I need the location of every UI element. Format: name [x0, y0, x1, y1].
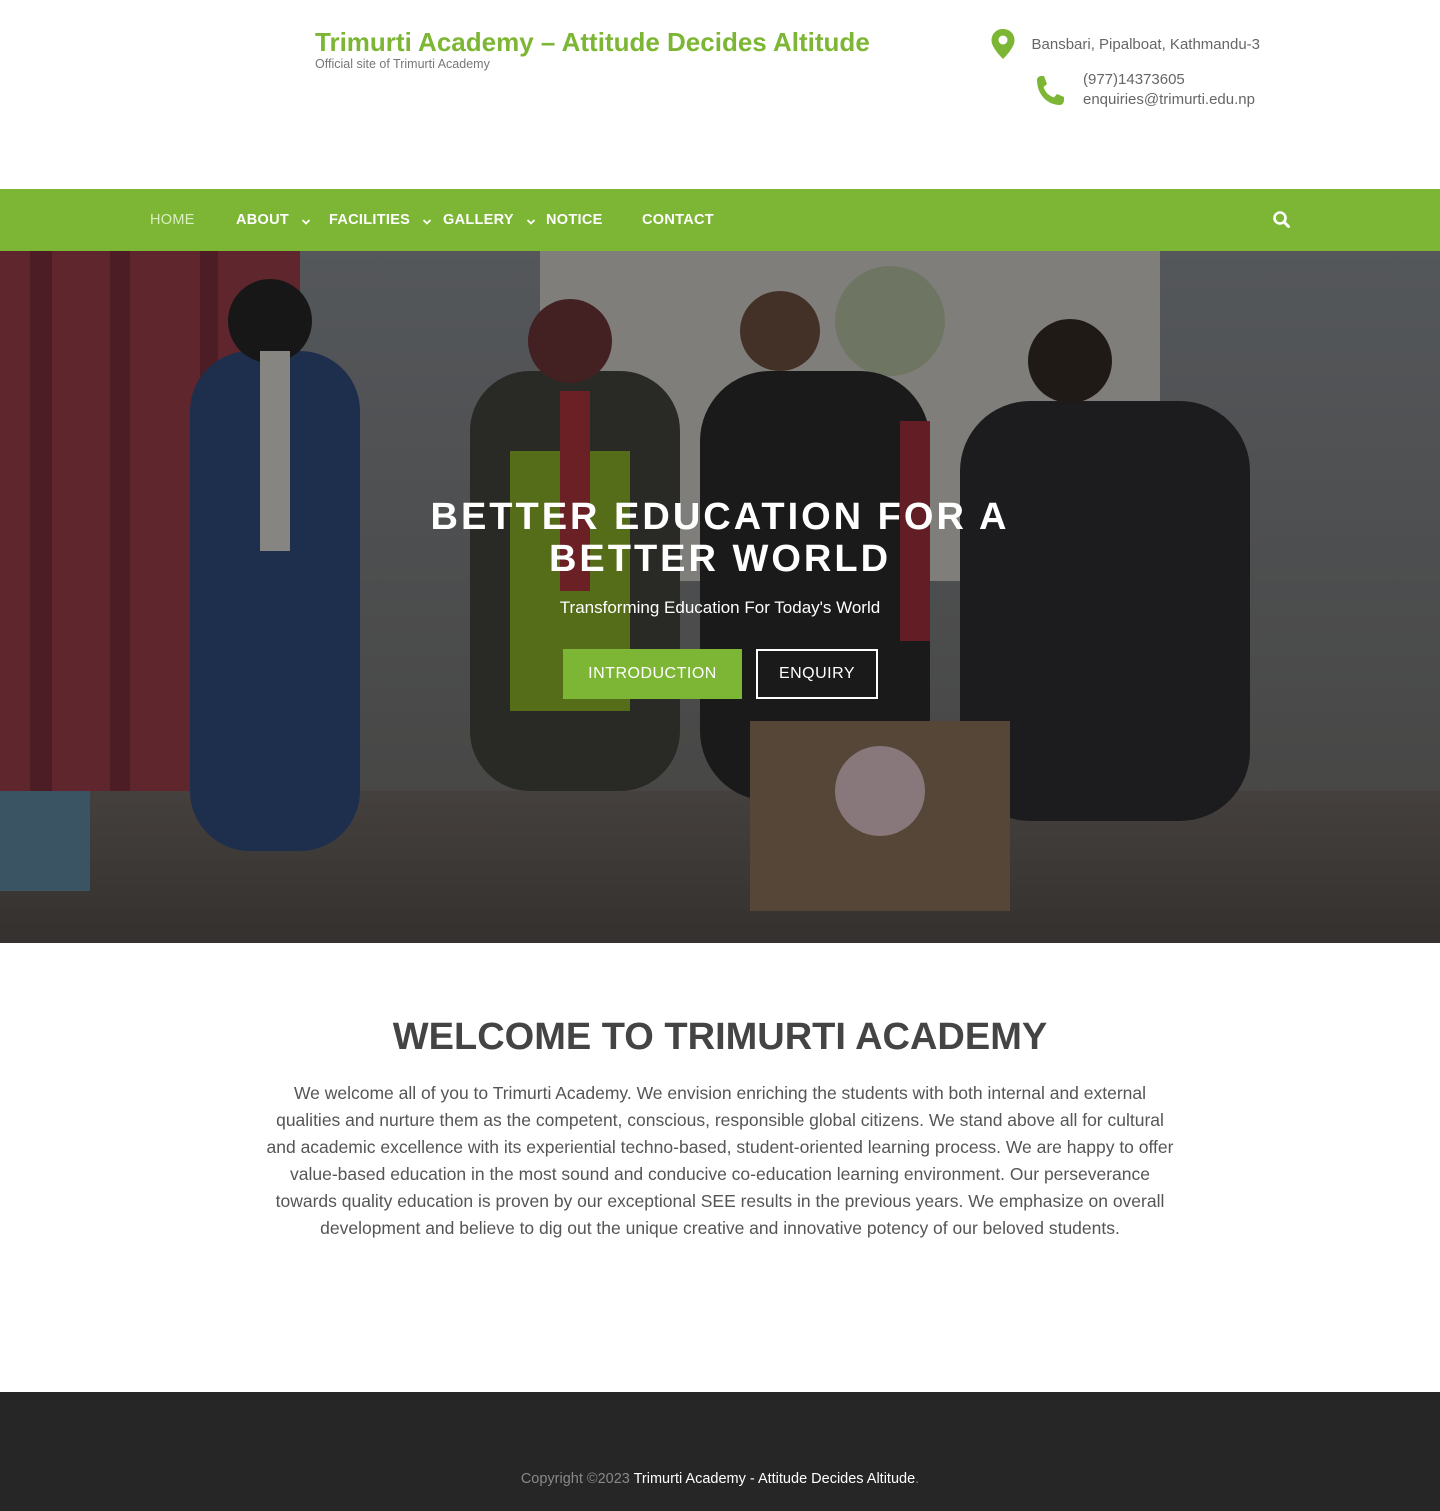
chevron-down-icon [526, 215, 536, 225]
phone-number[interactable]: (977)14373605 [1083, 70, 1255, 90]
hero-title-line1: BETTER EDUCATION FOR A [430, 496, 1010, 538]
nav-item-label: FACILITIES [329, 212, 411, 228]
footer-period: . [915, 1471, 920, 1487]
site-title[interactable]: Trimurti Academy – Attitude Decides Alti… [315, 27, 870, 58]
nav-item-label: CONTACT [642, 212, 714, 228]
nav-item-contact[interactable]: CONTACT [642, 189, 714, 251]
nav-item-notice[interactable]: NOTICE [546, 189, 603, 251]
hero-banner: BETTER EDUCATION FOR A BETTER WORLD Tran… [0, 251, 1440, 943]
site-header: Trimurti Academy – Attitude Decides Alti… [0, 0, 1440, 189]
welcome-text: We welcome all of you to Trimurti Academ… [266, 1083, 1174, 1238]
enquiry-button[interactable]: ENQUIRY [756, 649, 878, 699]
nav-item-label: GALLERY [443, 212, 514, 228]
phone-icon [1033, 74, 1065, 108]
contact-address: Bansbari, Pipalboat, Kathmandu-3 [990, 28, 1260, 60]
email-address[interactable]: enquiries@trimurti.edu.np [1083, 90, 1255, 110]
hero-title-line2: BETTER WORLD [548, 538, 892, 580]
nav-item-home[interactable]: HOME [150, 189, 195, 251]
introduction-button[interactable]: INTRODUCTION [563, 649, 742, 699]
footer-copyright: Copyright ©2023 Trimurti Academy - Attit… [0, 1471, 1440, 1487]
chevron-down-icon [422, 215, 432, 225]
hero-title: BETTER EDUCATION FOR A BETTER WORLD [0, 496, 1440, 580]
nav-item-gallery[interactable]: GALLERY [443, 189, 536, 251]
nav-item-label: ABOUT [236, 212, 290, 228]
search-icon[interactable] [1271, 209, 1293, 231]
nav-item-about[interactable]: ABOUT [236, 189, 311, 251]
nav-item-label: NOTICE [546, 212, 603, 228]
address-text: Bansbari, Pipalboat, Kathmandu-3 [1031, 35, 1260, 53]
chevron-down-icon [301, 215, 311, 225]
main-navigation: HOME ABOUT FACILITIES GALLERY NOTICE CON… [0, 189, 1440, 251]
site-tagline: Official site of Trimurti Academy [315, 57, 490, 71]
hero-subtitle: Transforming Education For Today's World [559, 598, 881, 617]
contact-phone: (977)14373605 enquiries@trimurti.edu.np [1033, 70, 1255, 110]
welcome-title: WELCOME TO TRIMURTI ACADEMY [392, 1016, 1048, 1058]
nav-item-label: HOME [150, 212, 195, 228]
nav-item-facilities[interactable]: FACILITIES [329, 189, 432, 251]
copyright-text: Copyright ©2023 [520, 1471, 634, 1487]
site-footer: Copyright ©2023 Trimurti Academy - Attit… [0, 1392, 1440, 1511]
hero-overlay [0, 251, 1440, 943]
footer-site-link[interactable]: Trimurti Academy - Attitude Decides Alti… [634, 1471, 916, 1487]
map-marker-icon [990, 28, 1016, 60]
